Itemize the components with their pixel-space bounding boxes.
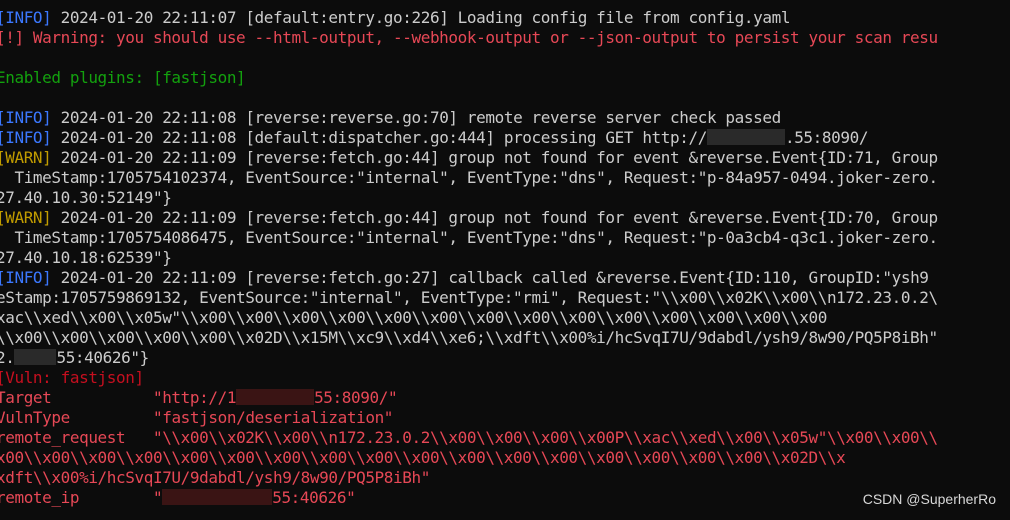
log-continuation: TimeStamp:1705754102374, EventSource:"in… [0,168,1010,188]
log-message: [reverse:reverse.go:70] remote reverse s… [245,108,781,127]
vuln-target-row: Target "http://1 55:8090/" [0,388,1010,408]
field-label: Target [0,388,52,407]
redacted-ip [14,349,57,365]
vuln-remote-ip-row: remote_ip " 55:40626" [0,488,1010,508]
log-continuation: TimeStamp:1705754086475, EventSource:"in… [0,228,1010,248]
field-value: "http://1 [152,388,237,407]
log-continuation: xac\\xed\\x00\\x05w"\\x00\\x00\\x00\\x00… [0,308,827,327]
continuation-text: TimeStamp:1705754102374, EventSource:"in… [14,168,938,187]
info-tag: [INFO] [0,268,52,287]
continuation-text: 55:40626"} [56,348,149,367]
vuln-header: [Vuln: fastjson] [0,368,144,387]
log-message: [default:entry.go:226] Loading config fi… [245,8,791,27]
log-continuation: 2. 55:40626"} [0,348,1010,368]
log-continuation: eStamp:1705759869132, EventSource:"inter… [0,288,938,307]
timestamp: 2024-01-20 22:11:09 [60,148,237,167]
field-label: VulnType [0,408,70,427]
continuation-text: TimeStamp:1705754086475, EventSource:"in… [14,228,938,247]
redacted-ip [236,389,315,405]
redacted-ip [706,129,785,145]
field-label: remote_ip [0,488,80,507]
log-line: [INFO] 2024-01-20 22:11:08 [reverse:reve… [0,108,1010,128]
log-line: [INFO] 2024-01-20 22:11:08 [default:disp… [0,128,1010,148]
vuln-remote-request-row: remote_request "\\x00\\x02K\\x00\\n172.2… [0,428,1010,448]
warn-tag: [WARN] [0,148,52,167]
field-value-tail: 55:40626" [272,488,356,507]
log-line: [WARN] 2024-01-20 22:11:09 [reverse:fetc… [0,208,1010,228]
timestamp: 2024-01-20 22:11:08 [60,128,237,147]
field-value-tail: 55:8090/" [314,388,398,407]
field-value: "\\x00\\x02K\\x00\\n172.23.0.2\\x00\\x00… [152,428,938,447]
warning-line: [!] Warning: you should use --html-outpu… [0,28,938,47]
log-line: [INFO] 2024-01-20 22:11:07 [default:entr… [0,8,1010,28]
log-line: [WARN] 2024-01-20 22:11:09 [reverse:fetc… [0,148,1010,168]
info-tag: [INFO] [0,8,52,27]
terminal-output[interactable]: [INFO] 2024-01-20 22:11:07 [default:entr… [0,8,1010,520]
log-message: [reverse:fetch.go:27] callback called &r… [245,268,929,287]
log-line: [INFO] 2024-01-20 22:11:09 [reverse:fetc… [0,268,1010,288]
vuln-type-row: VulnType "fastjson/deserialization" [0,408,1010,428]
log-message: [reverse:fetch.go:44] group not found fo… [245,208,938,227]
redacted-ip [162,489,273,505]
field-label: remote_request [0,428,126,447]
log-continuation: \\x00\\x00\\x00\\x00\\x00\\x02D\\x15M\\x… [0,328,938,347]
timestamp: 2024-01-20 22:11:07 [60,8,237,27]
timestamp: 2024-01-20 22:11:08 [60,108,237,127]
watermark: CSDN @SuperherRo [862,491,996,507]
enabled-plugins-line: Enabled plugins: [fastjson] [0,68,246,87]
log-message-tail: .55:8090/ [784,128,869,147]
vuln-remote-request-cont: xdft\\x00%i/hcSvqI7U/9dabdl/ysh9/8w90/PQ… [0,468,430,487]
field-value: " [152,488,163,507]
info-tag: [INFO] [0,128,52,147]
log-continuation: 27.40.10.18:62539"} [0,248,172,267]
log-continuation: 27.40.10.30:52149"} [0,188,172,207]
timestamp: 2024-01-20 22:11:09 [60,268,237,287]
vuln-remote-request-cont: x00\\x00\\x00\\x00\\x00\\x00\\x00\\x00\\… [0,448,846,467]
warn-tag: [WARN] [0,208,52,227]
continuation-text: 2. [0,348,15,367]
log-message: [reverse:fetch.go:44] group not found fo… [245,148,938,167]
log-message: [default:dispatcher.go:444] processing G… [245,128,707,147]
timestamp: 2024-01-20 22:11:09 [60,208,237,227]
info-tag: [INFO] [0,108,52,127]
field-value: "fastjson/deserialization" [152,408,394,427]
